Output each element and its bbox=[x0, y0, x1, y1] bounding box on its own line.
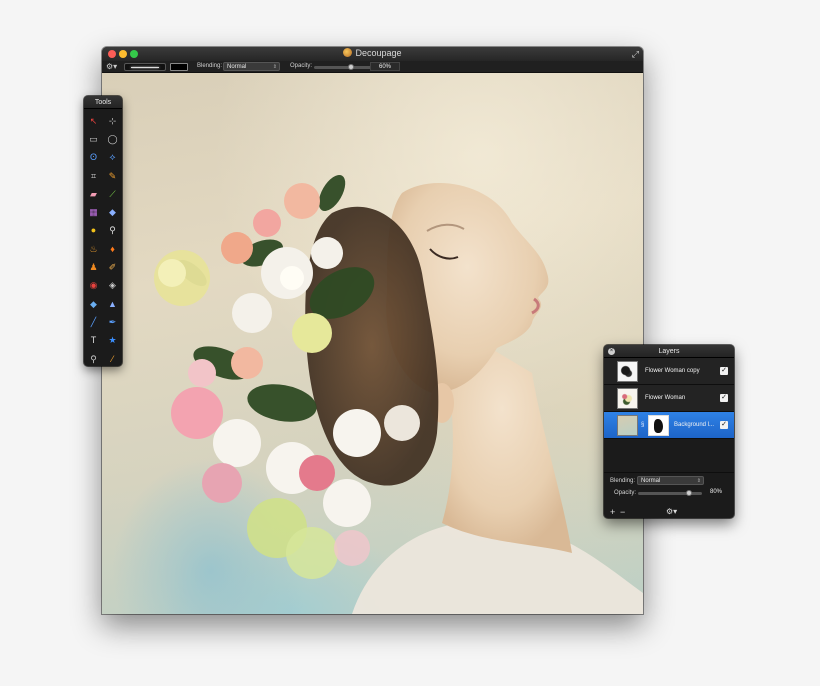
color-picker-icon[interactable]: ⁄ bbox=[103, 350, 122, 368]
layer-row-flower-woman[interactable]: Flower Woman ✓ bbox=[604, 385, 734, 412]
gear-icon[interactable]: ⚙▾ bbox=[666, 507, 677, 516]
tool-grid: ↖ ⊹ ▭ ◯ ʘ ⟡ ⌗ ✎ ▰ ⟋ ▦ ◆ ● ⚲ ♨ ♦ ♟ ✐ ◉ ◈ ◆ ▲ ╱ ✒ T ★ ⚲ ⁄ bbox=[84, 109, 122, 368]
text-icon[interactable]: T bbox=[84, 332, 103, 350]
layer-name: Background l... bbox=[674, 422, 715, 428]
layers-opacity-field[interactable]: 80% bbox=[705, 488, 727, 497]
blending-label: Blending: bbox=[197, 63, 223, 69]
layer-mask-thumbnail[interactable] bbox=[648, 415, 669, 436]
fullscreen-icon[interactable]: ⤢ bbox=[632, 49, 639, 60]
layer-row-flower-woman-copy[interactable]: Flower Woman copy ✓ bbox=[604, 358, 734, 385]
close-icon[interactable]: × bbox=[608, 348, 615, 355]
shape-star-icon[interactable]: ★ bbox=[103, 332, 122, 350]
eyedropper-icon[interactable]: ✎ bbox=[103, 167, 122, 185]
gear-icon[interactable]: ⚙▾ bbox=[106, 62, 117, 71]
pen-icon[interactable]: ✒ bbox=[103, 313, 122, 331]
layers-blending-select[interactable]: Normal ⇕ bbox=[637, 476, 704, 485]
layers-opacity-slider[interactable] bbox=[638, 492, 702, 495]
layer-name: Flower Woman bbox=[645, 395, 686, 401]
flame-icon[interactable]: ♦ bbox=[103, 240, 122, 258]
gradient-icon[interactable]: ▦ bbox=[84, 203, 103, 221]
rect-select-icon[interactable]: ▭ bbox=[84, 130, 103, 148]
opacity-slider[interactable] bbox=[314, 66, 376, 69]
title-bar[interactable]: Decoupage ⤢ bbox=[102, 47, 643, 61]
paint-bucket-icon[interactable]: ◆ bbox=[103, 203, 122, 221]
window-title: Decoupage bbox=[102, 48, 643, 58]
lasso-icon[interactable]: ʘ bbox=[84, 149, 103, 167]
image-canvas[interactable] bbox=[102, 73, 643, 614]
add-layer-button[interactable]: + bbox=[610, 507, 615, 517]
layers-opacity-slider-knob[interactable] bbox=[686, 490, 693, 496]
stamp-icon[interactable]: ♟ bbox=[84, 258, 103, 276]
crop-icon[interactable]: ⌗ bbox=[84, 167, 103, 185]
link-icon: § bbox=[641, 422, 645, 428]
document-icon bbox=[343, 48, 353, 57]
document-window: Decoupage ⤢ ⚙▾ Blending: Normal ⇕ Opacit… bbox=[102, 47, 643, 614]
pin-icon[interactable]: ⚲ bbox=[103, 222, 122, 240]
layers-blending-value: Normal bbox=[641, 478, 661, 484]
drop-icon[interactable]: ◆ bbox=[84, 295, 103, 313]
layer-visibility-checkbox[interactable]: ✓ bbox=[720, 367, 728, 375]
window-title-text: Decoupage bbox=[355, 48, 402, 58]
color-swatch[interactable] bbox=[170, 63, 188, 71]
layers-panel-title: Layers bbox=[658, 348, 680, 355]
move-tool-icon[interactable]: ↖ bbox=[84, 112, 103, 130]
eraser-icon[interactable]: ▰ bbox=[84, 185, 103, 203]
magnifier-icon[interactable]: ⚲ bbox=[84, 350, 103, 368]
layers-panel: × Layers Flower Woman copy ✓ Flower Woma… bbox=[604, 345, 734, 518]
options-toolbar: ⚙▾ Blending: Normal ⇕ Opacity: 60% bbox=[102, 61, 643, 73]
zoom-select-icon[interactable]: ⊹ bbox=[103, 112, 122, 130]
line-icon[interactable]: ╱ bbox=[84, 313, 103, 331]
blob-icon[interactable]: ● bbox=[84, 222, 103, 240]
layer-thumbnail bbox=[617, 361, 638, 382]
layers-panel-footer: Blending: Normal ⇕ Opacity: 80% + − ⚙▾ bbox=[604, 472, 734, 518]
tools-palette-title[interactable]: Tools bbox=[84, 96, 122, 109]
opacity-field[interactable]: 60% bbox=[370, 62, 400, 71]
remove-layer-button[interactable]: − bbox=[620, 507, 625, 517]
blending-select[interactable]: Normal ⇕ bbox=[223, 62, 280, 71]
layer-thumbnail bbox=[617, 415, 638, 436]
select-arrows-icon: ⇕ bbox=[272, 64, 277, 70]
tools-palette: Tools ↖ ⊹ ▭ ◯ ʘ ⟡ ⌗ ✎ ▰ ⟋ ▦ ◆ ● ⚲ ♨ ♦ ♟ ✐ ◉ ◈ ◆ ▲ ╱ ✒ T ★ ⚲ ⁄ bbox=[84, 96, 122, 366]
red-eye-icon[interactable]: ◉ bbox=[84, 277, 103, 295]
pencil-icon[interactable]: ✐ bbox=[103, 258, 122, 276]
polygon-lasso-icon[interactable]: ⟡ bbox=[103, 149, 122, 167]
blending-select-value: Normal bbox=[227, 64, 247, 70]
layers-panel-titlebar[interactable]: × Layers bbox=[604, 345, 734, 358]
ellipse-select-icon[interactable]: ◯ bbox=[103, 130, 122, 148]
select-arrows-icon: ⇕ bbox=[696, 478, 701, 484]
opacity-label: Opacity: bbox=[290, 63, 313, 69]
layers-opacity-label: Opacity: bbox=[614, 490, 637, 496]
sharpen-icon[interactable]: ▲ bbox=[103, 295, 122, 313]
layer-visibility-checkbox[interactable]: ✓ bbox=[720, 394, 728, 402]
artwork bbox=[154, 174, 643, 614]
layer-name: Flower Woman copy bbox=[645, 368, 700, 374]
layer-visibility-checkbox[interactable]: ✓ bbox=[720, 421, 728, 429]
smudge-icon[interactable]: ♨ bbox=[84, 240, 103, 258]
sponge-icon[interactable]: ◈ bbox=[103, 277, 122, 295]
opacity-slider-knob[interactable] bbox=[348, 64, 355, 70]
brush-icon[interactable]: ⟋ bbox=[103, 185, 122, 203]
layers-blending-label: Blending: bbox=[610, 478, 636, 484]
brush-preview[interactable] bbox=[124, 63, 166, 71]
layer-row-background[interactable]: § Background l... ✓ bbox=[604, 412, 734, 439]
layer-thumbnail bbox=[617, 388, 638, 409]
